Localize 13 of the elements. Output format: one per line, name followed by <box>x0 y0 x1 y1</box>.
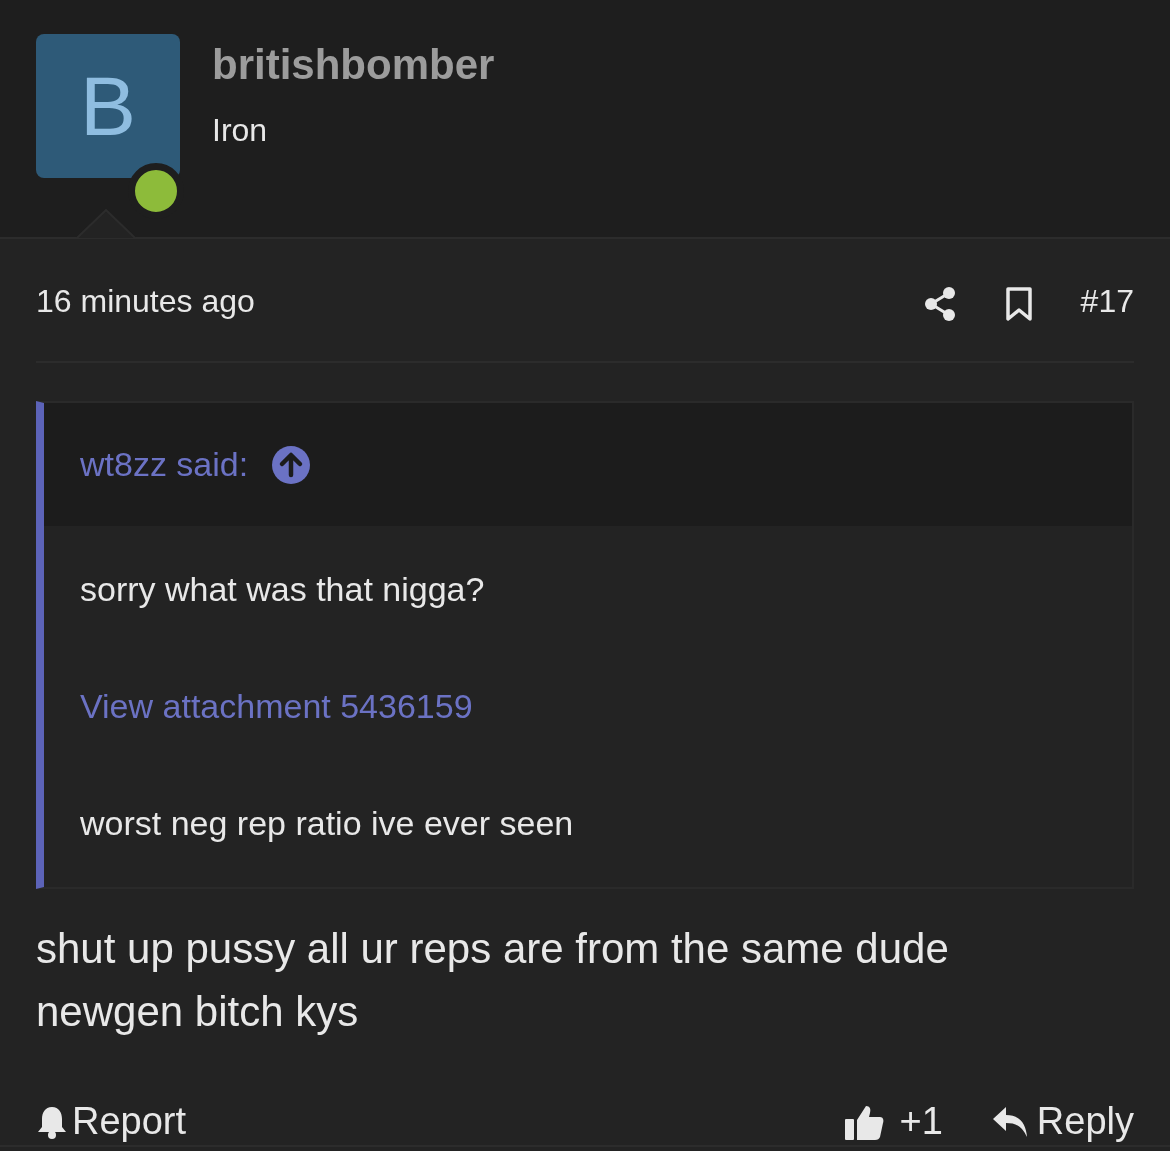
post-number-link[interactable]: #17 <box>1080 277 1134 325</box>
timestamp-link[interactable]: 16 minutes ago <box>36 277 255 325</box>
username[interactable]: britishbomber <box>212 40 495 91</box>
quote-author[interactable]: wt8zz said: <box>80 439 249 490</box>
reply-link[interactable]: Reply <box>990 1093 1134 1150</box>
user-title: Iron <box>212 111 269 151</box>
quote-text: sorry what was that nigga? <box>79 569 486 610</box>
attachment-link[interactable]: View attachment 5436159 <box>80 687 473 725</box>
post-text: shut up pussy all ur reps are from the same dude newgen bitch kys <box>36 924 950 1037</box>
report-link[interactable]: Report <box>36 1093 187 1150</box>
like-link[interactable]: +1 <box>843 1093 943 1150</box>
avatar[interactable]: B <box>36 34 180 178</box>
quote-text: worst neg rep ratio ive ever seen <box>79 803 575 844</box>
